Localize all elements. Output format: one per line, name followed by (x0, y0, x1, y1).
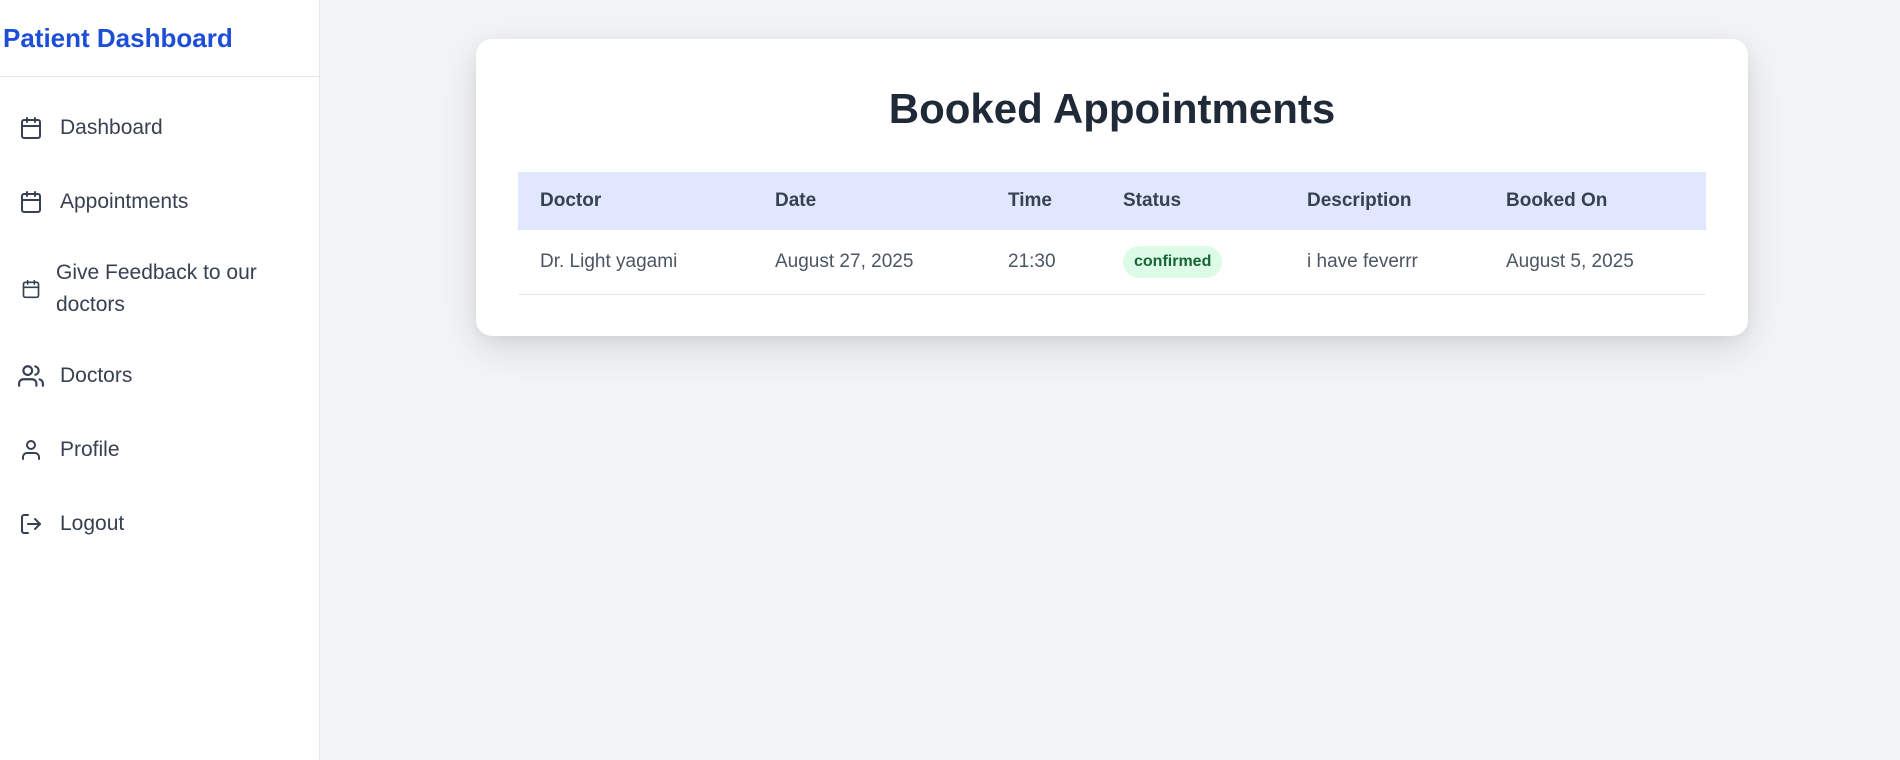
sidebar-item-logout[interactable]: Logout (0, 487, 319, 561)
page-title: Booked Appointments (888, 85, 1336, 132)
sidebar-item-label: Profile (60, 438, 120, 461)
sidebar-item-label: Dashboard (60, 116, 163, 139)
table-row: Dr. Light yagami August 27, 2025 21:30 c… (518, 230, 1706, 294)
sidebar-item-label: Appointments (60, 190, 189, 213)
logout-icon (18, 511, 44, 537)
sidebar-item-appointments[interactable]: Appointments (0, 165, 319, 239)
column-header-doctor: Doctor (540, 190, 602, 211)
cell-time: 21:30 (1008, 250, 1056, 272)
sidebar-item-profile[interactable]: Profile (0, 413, 319, 487)
appointments-table: Doctor Date Time Status Description Book… (518, 172, 1706, 295)
app-root: Patient Dashboard Dashboard Appointments… (0, 0, 1900, 760)
sidebar-item-label: Doctors (60, 364, 133, 387)
sidebar-item-label: Give Feedback to our doctors (56, 261, 257, 316)
brand-title[interactable]: Patient Dashboard (0, 0, 319, 77)
main-content: Booked Appointments Doctor Date Time Sta… (320, 0, 1900, 760)
cell-booked-on: August 5, 2025 (1506, 250, 1634, 272)
table-header-row: Doctor Date Time Status Description Book… (518, 172, 1706, 230)
cell-date: August 27, 2025 (775, 250, 914, 272)
cell-description: i have feverrr (1307, 250, 1418, 272)
calendar-icon (18, 276, 44, 302)
calendar-icon (18, 189, 44, 215)
column-header-status: Status (1123, 190, 1182, 211)
sidebar-item-label: Logout (60, 512, 125, 535)
sidebar-item-feedback[interactable]: Give Feedback to our doctors (0, 239, 319, 339)
appointments-card: Booked Appointments Doctor Date Time Sta… (476, 39, 1748, 336)
column-header-description: Description (1307, 190, 1412, 211)
status-badge: confirmed (1123, 245, 1223, 278)
sidebar-item-doctors[interactable]: Doctors (0, 339, 319, 413)
cell-status: confirmed (1101, 230, 1285, 294)
users-icon (18, 363, 44, 389)
column-header-booked-on: Booked On (1506, 190, 1608, 211)
sidebar-nav: Dashboard Appointments Give Feedback to … (0, 77, 319, 561)
sidebar-item-dashboard[interactable]: Dashboard (0, 91, 319, 165)
cell-doctor: Dr. Light yagami (540, 250, 678, 272)
calendar-icon (18, 115, 44, 141)
column-header-time: Time (1008, 190, 1053, 211)
sidebar: Patient Dashboard Dashboard Appointments… (0, 0, 320, 760)
column-header-date: Date (775, 190, 817, 211)
user-icon (18, 437, 44, 463)
